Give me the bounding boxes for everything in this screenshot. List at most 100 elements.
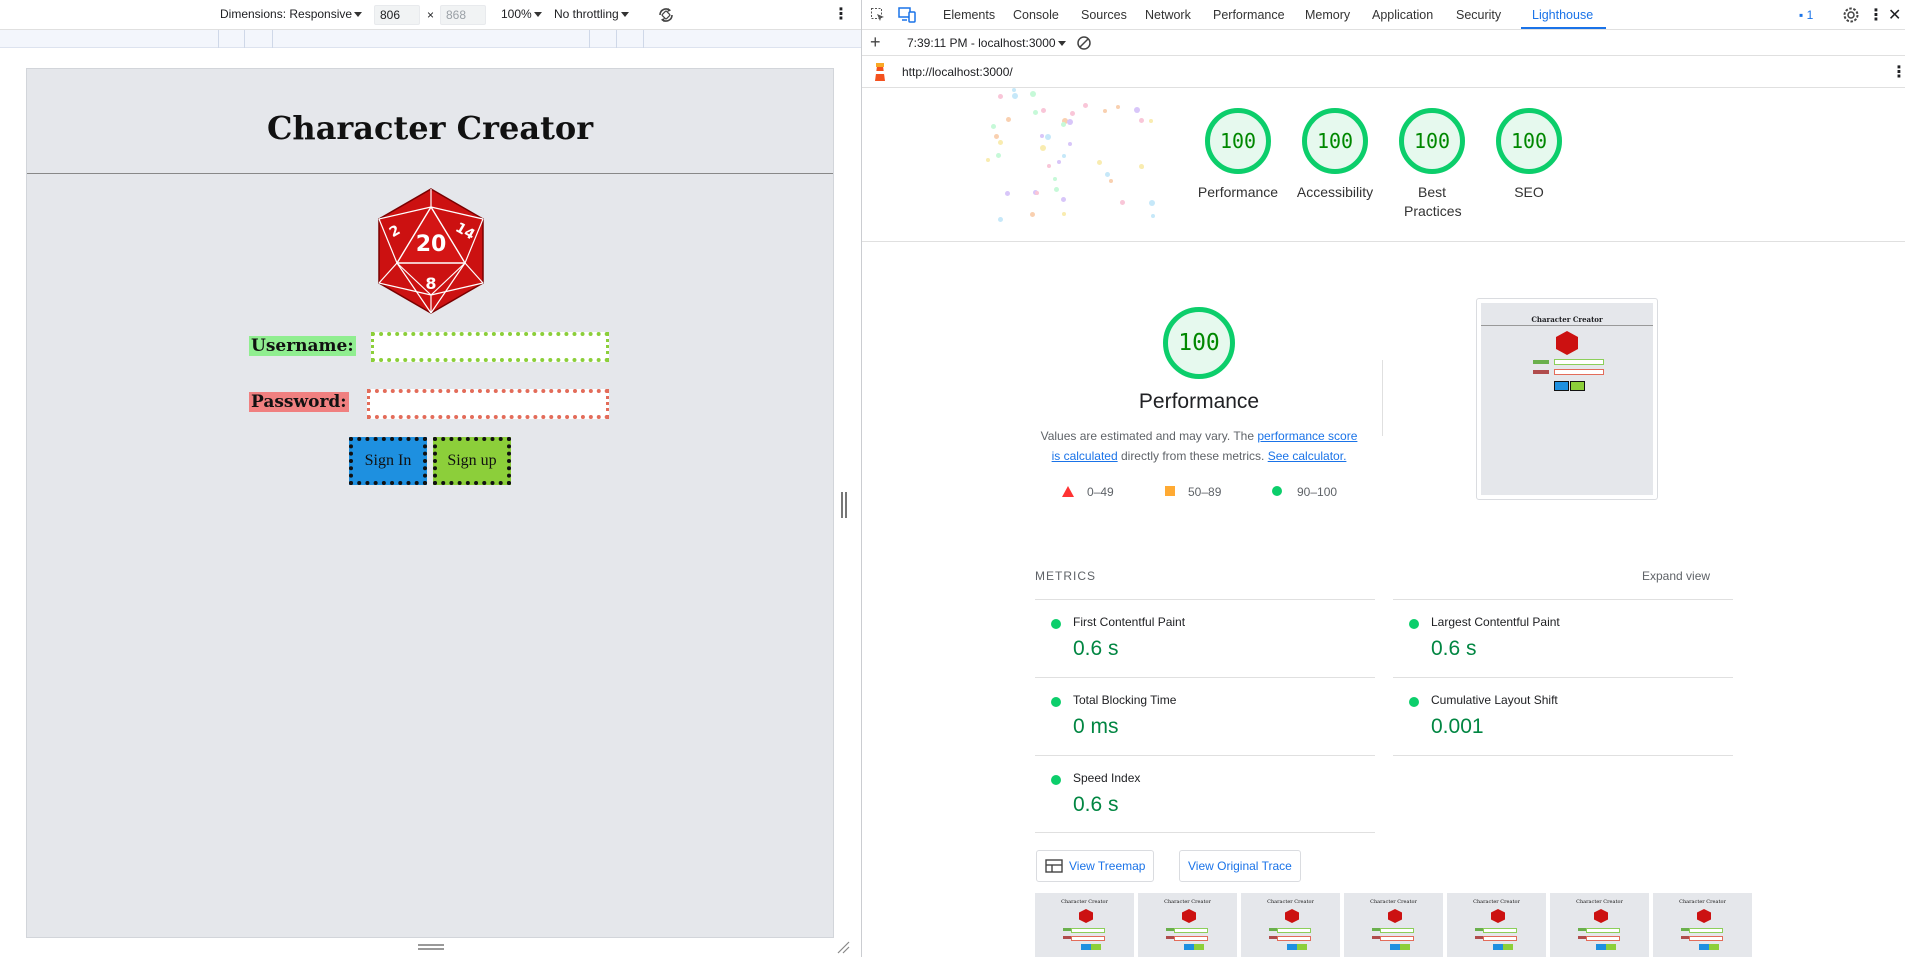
- dimensions-dropdown[interactable]: Dimensions: Responsive: [220, 7, 363, 21]
- filmstrip-frame-title: Character Creator: [1061, 899, 1108, 905]
- throttling-dropdown[interactable]: No throttling: [554, 7, 629, 21]
- pass-circle-icon: [1051, 697, 1061, 707]
- filmstrip-frame-title: Character Creator: [1473, 899, 1520, 905]
- firework-dot: [1035, 190, 1040, 195]
- width-input[interactable]: 806: [374, 5, 420, 25]
- sign-in-button[interactable]: Sign In: [349, 437, 427, 485]
- calculator-link[interactable]: See calculator.: [1268, 449, 1347, 463]
- corner-resize-icon[interactable]: [836, 940, 850, 954]
- chevron-down-icon: [533, 12, 542, 18]
- device-toolbar-toggle-icon[interactable]: [898, 7, 916, 23]
- new-report-plus-icon[interactable]: +: [870, 32, 881, 53]
- metric-value: 0.6 s: [1073, 637, 1119, 660]
- tab-security[interactable]: Security: [1456, 8, 1501, 22]
- sign-up-button[interactable]: Sign up: [433, 437, 511, 485]
- metric-speed-index: Speed Index 0.6 s: [1035, 755, 1375, 833]
- section-divider: [1382, 360, 1383, 436]
- inspect-element-icon[interactable]: [870, 7, 886, 23]
- final-screenshot[interactable]: Character Creator: [1476, 298, 1658, 500]
- metric-value: 0 ms: [1073, 715, 1119, 738]
- active-tab-indicator: [1521, 27, 1606, 29]
- close-icon[interactable]: ✕: [1888, 5, 1901, 25]
- firework-dot: [998, 94, 1004, 100]
- more-options-icon[interactable]: ⋮: [1868, 5, 1884, 25]
- firework-dot: [1054, 186, 1060, 192]
- firework-dot: [985, 157, 990, 162]
- filmstrip-frame-title: Character Creator: [1370, 899, 1417, 905]
- bottom-resize-handle[interactable]: [418, 944, 444, 950]
- tab-elements[interactable]: Elements: [943, 8, 995, 22]
- tab-console[interactable]: Console: [1013, 8, 1059, 22]
- tab-lighthouse[interactable]: Lighthouse: [1532, 8, 1593, 22]
- firework-dot: [993, 134, 999, 140]
- tab-performance[interactable]: Performance: [1213, 8, 1285, 22]
- expand-view-toggle[interactable]: Expand view: [1642, 569, 1710, 583]
- tab-sources[interactable]: Sources: [1081, 8, 1127, 22]
- metric-name: First Contentful Paint: [1073, 615, 1186, 629]
- metrics-heading: METRICS: [1035, 569, 1096, 583]
- issues-badge[interactable]: ▪ 1: [1799, 8, 1813, 22]
- metric-largest-contentful-paint: Largest Contentful Paint 0.6 s: [1393, 599, 1733, 677]
- firework-dot: [1052, 177, 1057, 182]
- firework-dot: [1148, 119, 1153, 124]
- filmstrip-frame: Character Creator: [1138, 893, 1238, 957]
- filmstrip-frame-title: Character Creator: [1164, 899, 1211, 905]
- gauge-performance[interactable]: 100: [1205, 108, 1271, 174]
- firework-dot: [995, 152, 1001, 158]
- firework-dot: [1045, 133, 1052, 140]
- password-label: Password:: [249, 392, 349, 412]
- rotate-icon[interactable]: [656, 5, 676, 28]
- view-original-trace-button[interactable]: View Original Trace: [1179, 850, 1301, 882]
- username-input[interactable]: [371, 332, 609, 362]
- right-resize-handle[interactable]: [841, 492, 847, 518]
- score-gauges-row: 100 Performance 100 Accessibility 100 Be…: [862, 88, 1905, 242]
- report-selector[interactable]: 7:39:11 PM - localhost:3000: [907, 36, 1066, 50]
- clear-block-icon[interactable]: [1076, 35, 1092, 51]
- lighthouse-toolbar: + 7:39:11 PM - localhost:3000: [862, 30, 1905, 56]
- gauge-label-accessibility: Accessibility: [1296, 184, 1374, 200]
- firework-dot: [1069, 110, 1075, 116]
- firework-dot: [1061, 122, 1067, 128]
- password-input[interactable]: [367, 389, 609, 419]
- metric-name: Speed Index: [1073, 771, 1141, 785]
- firework-dot: [1004, 191, 1010, 197]
- tab-memory[interactable]: Memory: [1305, 8, 1350, 22]
- gauge-seo[interactable]: 100: [1496, 108, 1562, 174]
- more-options-icon[interactable]: ⋮: [833, 4, 849, 24]
- zoom-dropdown[interactable]: 100%: [501, 7, 542, 21]
- tab-network[interactable]: Network: [1145, 8, 1191, 22]
- firework-dot: [1119, 199, 1125, 205]
- view-treemap-button[interactable]: View Treemap: [1036, 850, 1155, 882]
- performance-description: Values are estimated and may vary. The p…: [1040, 429, 1358, 463]
- filmstrip-frame: Character Creator: [1035, 893, 1135, 957]
- metric-name: Largest Contentful Paint: [1431, 615, 1560, 629]
- device-emulation-pane: Dimensions: Responsive 806 × 868 100% No…: [0, 0, 861, 957]
- report-menu-icon[interactable]: ⋮: [1891, 62, 1905, 82]
- firework-dot: [991, 124, 997, 130]
- gauge-accessibility[interactable]: 100: [1302, 108, 1368, 174]
- tab-application[interactable]: Application: [1372, 8, 1433, 22]
- main-performance-gauge: 100: [1163, 307, 1235, 379]
- fail-triangle-icon: [1062, 486, 1074, 497]
- filmstrip-frame: Character Creator: [1344, 893, 1444, 957]
- firework-dot: [997, 140, 1003, 146]
- chevron-down-icon: [1057, 41, 1066, 47]
- pass-circle-icon: [1272, 486, 1282, 496]
- d20-face-20: 20: [416, 232, 447, 257]
- chevron-down-icon: [354, 12, 363, 18]
- height-input[interactable]: 868: [440, 5, 486, 25]
- view-treemap-label: View Treemap: [1069, 859, 1146, 873]
- gauge-best-practices[interactable]: 100: [1399, 108, 1465, 174]
- firework-dot: [1066, 118, 1073, 125]
- pass-circle-icon: [1409, 619, 1419, 629]
- chevron-down-icon: [620, 12, 629, 18]
- firework-dot: [1057, 159, 1062, 164]
- legend-average-range: 50–89: [1188, 485, 1222, 499]
- report-url: http://localhost:3000/: [902, 65, 1013, 79]
- firework-dot: [1148, 199, 1155, 206]
- firework-dot: [1030, 212, 1035, 218]
- gauge-label-performance: Performance: [1197, 184, 1279, 200]
- metric-value: 0.6 s: [1431, 637, 1477, 660]
- settings-gear-icon[interactable]: [1842, 6, 1860, 24]
- firework-dot: [1012, 92, 1019, 99]
